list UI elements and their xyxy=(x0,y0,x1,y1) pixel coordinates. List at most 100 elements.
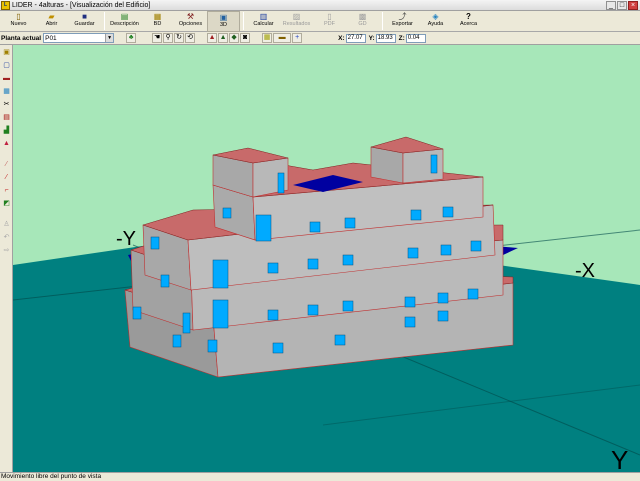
building-3d-view: -Y -X Y xyxy=(13,136,640,472)
pdf-button[interactable]: ▯ PDF xyxy=(313,11,346,32)
ruler-icon: ▬ xyxy=(278,34,286,41)
window-icon: ▦ xyxy=(3,88,10,95)
cut-tool[interactable]: ✂ xyxy=(1,99,12,110)
coord-z: Z: 0.04 xyxy=(399,33,426,43)
status-text: Movimiento libre del punto de vista xyxy=(1,473,102,480)
select-tool[interactable]: ▣ xyxy=(1,47,12,58)
window-tool[interactable]: ▦ xyxy=(1,86,12,97)
line-tool-2[interactable]: ⁄ xyxy=(1,172,12,183)
results-icon: ▨ xyxy=(292,12,301,21)
acerca-button[interactable]: ? Acerca xyxy=(452,11,485,32)
gd-icon: ▩ xyxy=(358,12,367,21)
line-tool-1[interactable]: ⁄ xyxy=(1,159,12,170)
hand-icon: ☚ xyxy=(153,34,161,41)
building-tool[interactable]: ▟ xyxy=(1,125,12,136)
axis-label-pos-y: Y xyxy=(611,445,628,472)
calcular-button[interactable]: ▥ Calcular xyxy=(247,11,280,32)
move-icon: ⇨ xyxy=(3,247,10,254)
ayuda-button[interactable]: ◈ Ayuda xyxy=(419,11,452,32)
nuevo-button[interactable]: ▯ Nuevo xyxy=(2,11,35,32)
save-disk-icon: ■ xyxy=(82,12,87,21)
undo-tool[interactable]: ↶ xyxy=(1,232,12,243)
layer-button-2[interactable]: ▲ xyxy=(218,33,229,43)
view-3d-icon: ▣ xyxy=(219,13,228,22)
window-title: LIDER - 4alturas - [Visualización del Ed… xyxy=(12,1,151,9)
guardar-button[interactable]: ■ Guardar xyxy=(68,11,101,32)
gd-button[interactable]: ▩ GD xyxy=(346,11,379,32)
orbit-icon: ⟲ xyxy=(187,34,194,41)
line-icon: ⁄ xyxy=(5,161,8,168)
undo-icon: ↶ xyxy=(3,234,10,241)
planta-select-value: P01 xyxy=(45,34,57,42)
coord-y-field[interactable]: 18.93 xyxy=(375,33,396,43)
roof-icon: ▲ xyxy=(3,140,10,147)
tree-view-button[interactable]: ♣ xyxy=(126,33,137,43)
coord-z-field[interactable]: 0.04 xyxy=(405,33,426,43)
coord-x-field[interactable]: 27.07 xyxy=(345,33,366,43)
zoom-icon: ⚲ xyxy=(165,34,171,41)
open-folder-icon: ▰ xyxy=(48,12,55,21)
grid-icon: ▦ xyxy=(263,34,271,41)
grid-button[interactable]: ▦ xyxy=(262,33,273,43)
title-bar: L LIDER - 4alturas - [Visualización del … xyxy=(0,0,640,11)
minimize-icon[interactable]: _ xyxy=(606,0,616,10)
diagonal-line-icon: ⁄ xyxy=(5,174,8,181)
axis-label-neg-x: -X xyxy=(575,260,595,282)
view-3d-button[interactable]: ▣ 3D xyxy=(207,11,240,32)
maximize-icon[interactable]: □ xyxy=(617,0,627,10)
chevron-down-icon[interactable]: ▼ xyxy=(105,34,114,42)
abrir-button[interactable]: ▰ Abrir xyxy=(35,11,68,32)
left-toolstrip: ▣ ▢ ▬ ▦ ✂ ▤ ▟ ▲ ⁄ ⁄ ⌐ ◩ ♙ ↶ ⇨ xyxy=(0,45,13,472)
axis-label-neg-y: -Y xyxy=(116,228,136,250)
layer-button-1[interactable]: ▲ xyxy=(207,33,218,43)
toolbar-separator xyxy=(382,12,383,30)
opciones-button[interactable]: ⚒ Opciones xyxy=(174,11,207,32)
rotate-button[interactable]: ↻ xyxy=(174,33,185,43)
view-toolbar: Planta actual P01 ▼ ♣ ☚ ⚲ ↻ ⟲ ▲ ▲ ◆ ◙ ▦ … xyxy=(0,32,640,45)
ruler-button[interactable]: ▬ xyxy=(273,33,292,43)
description-icon: ▤ xyxy=(120,12,129,21)
scissors-icon: ✂ xyxy=(3,101,10,108)
floor-tool[interactable]: ▬ xyxy=(1,73,12,84)
person-tool[interactable]: ♙ xyxy=(1,219,12,230)
options-hammer-icon: ⚒ xyxy=(186,12,195,21)
crosshair-icon: + xyxy=(295,34,300,41)
bd-button[interactable]: ▦ BD xyxy=(141,11,174,32)
planta-select[interactable]: P01 ▼ xyxy=(43,33,115,43)
close-icon[interactable]: × xyxy=(628,0,638,10)
help-book-icon: ◈ xyxy=(432,12,439,21)
exportar-button[interactable]: ⤴ Exportar xyxy=(386,11,419,32)
plan-tool[interactable]: ▢ xyxy=(1,60,12,71)
polyline-icon: ⌐ xyxy=(4,187,9,194)
rotate-icon: ↻ xyxy=(176,34,183,41)
shading-icon: ◩ xyxy=(3,200,10,207)
orbit-button[interactable]: ⟲ xyxy=(185,33,196,43)
shading-tool[interactable]: ◩ xyxy=(1,198,12,209)
coord-y: Y: 18.93 xyxy=(369,33,396,43)
resultados-button[interactable]: ▨ Resultados xyxy=(280,11,313,32)
rooftop-box-wall xyxy=(370,146,404,184)
plan-icon: ▢ xyxy=(3,62,10,69)
app-logo-icon: L xyxy=(1,0,10,10)
calculate-icon: ▥ xyxy=(259,12,268,21)
person-icon: ♙ xyxy=(3,221,10,228)
layer-red-icon: ▲ xyxy=(208,34,216,41)
descripcion-button[interactable]: ▤ Descripción xyxy=(108,11,141,32)
toolbar-separator xyxy=(104,12,105,30)
camera-icon: ◙ xyxy=(242,34,248,41)
viewport-3d[interactable]: -Y -X Y xyxy=(13,45,640,472)
status-bar: Movimiento libre del punto de vista xyxy=(0,472,640,481)
toolbar-separator xyxy=(243,12,244,30)
pan-button[interactable]: ☚ xyxy=(152,33,163,43)
polyline-tool[interactable]: ⌐ xyxy=(1,185,12,196)
roof-tool[interactable]: ▲ xyxy=(1,138,12,149)
zoom-button[interactable]: ⚲ xyxy=(163,33,174,43)
new-file-icon: ▯ xyxy=(16,12,21,21)
database-icon: ▦ xyxy=(153,12,162,21)
wall-tool[interactable]: ▤ xyxy=(1,112,12,123)
layer-button-4[interactable]: ◙ xyxy=(240,33,251,43)
layer-button-3[interactable]: ◆ xyxy=(229,33,240,43)
tree-icon: ♣ xyxy=(128,34,134,41)
move-tool[interactable]: ⇨ xyxy=(1,245,12,256)
crosshair-button[interactable]: + xyxy=(292,33,303,43)
